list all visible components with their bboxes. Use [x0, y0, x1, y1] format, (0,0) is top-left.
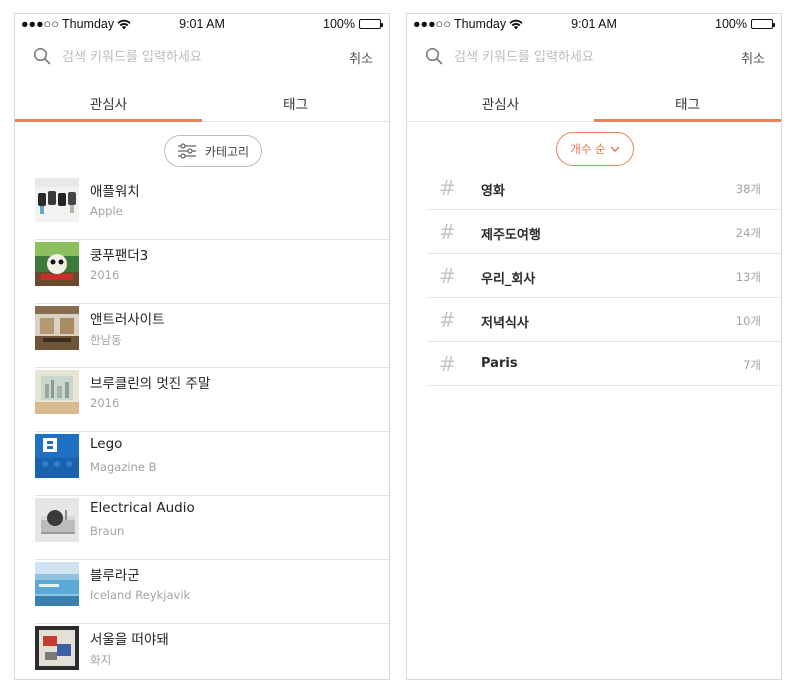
item-subtitle: 화지: [90, 653, 112, 667]
list-item-blue-lagoon[interactable]: 블루라군 Iceland Reykjavik: [35, 560, 389, 624]
item-subtitle: 2016: [90, 268, 120, 282]
blue-lagoon-thumbnail: [35, 562, 79, 606]
lego-magazine-thumbnail: [35, 434, 79, 478]
tag-row[interactable]: # Paris 7개: [427, 342, 781, 386]
item-title: 쿵푸팬더3: [90, 248, 149, 264]
tag-count: 38개: [735, 182, 761, 196]
category-filter-button[interactable]: 카테고리: [164, 135, 262, 167]
tag-name: 제주도여행: [481, 228, 541, 243]
tag-count: 13개: [735, 270, 761, 284]
item-title: 애플워치: [90, 184, 140, 200]
tags-screen: ●●●○○ Thumday 9:01 AM 100% 취소 관심사 태그 개수 …: [406, 13, 782, 680]
tag-row[interactable]: # 제주도여행 24개: [427, 210, 781, 254]
list-item-electrical-audio[interactable]: Electrical Audio Braun: [35, 496, 389, 560]
search-bar: 취소: [15, 36, 389, 76]
item-title: Electrical Audio: [90, 500, 195, 516]
list-item-lego[interactable]: Lego Magazine B: [35, 432, 389, 496]
brooklyn-book-thumbnail: [35, 370, 79, 414]
item-subtitle: Apple: [90, 204, 123, 218]
tag-count: 7개: [743, 358, 761, 372]
tag-count: 24개: [735, 226, 761, 240]
item-title: Lego: [90, 436, 123, 452]
status-bar: ●●●○○ Thumday 9:01 AM 100%: [15, 14, 389, 36]
item-title: 블루라군: [90, 568, 140, 584]
sort-by-count-button[interactable]: 개수 순: [556, 132, 634, 166]
battery-percent: 100%: [715, 17, 747, 31]
tab-bar: 관심사 태그: [15, 76, 389, 122]
list-item-apple-watch[interactable]: 애플워치 Apple: [35, 176, 389, 240]
item-subtitle: Magazine B: [90, 460, 157, 474]
tag-name: Paris: [481, 356, 518, 371]
category-button-label: 카테고리: [204, 144, 250, 159]
item-subtitle: 한남동: [90, 333, 122, 347]
tab-tags[interactable]: 태그: [202, 76, 389, 121]
item-title: 브루클린의 멋진 주말: [90, 376, 211, 392]
turntable-thumbnail: [35, 498, 79, 542]
hashtag-icon: #: [439, 264, 456, 288]
item-title: 서울을 떠야돼: [90, 632, 169, 648]
item-subtitle: Iceland Reykjavik: [90, 588, 191, 602]
sort-button-label: 개수 순: [570, 142, 606, 156]
apple-watch-thumbnail: [35, 178, 79, 222]
search-icon: [33, 47, 51, 65]
tag-name: 저녁식사: [481, 316, 529, 331]
tab-interests[interactable]: 관심사: [407, 76, 594, 121]
item-subtitle: Braun: [90, 524, 125, 538]
list-item-anthracite[interactable]: 앤트러사이트 한남동: [35, 304, 389, 368]
search-input[interactable]: [62, 46, 302, 68]
hashtag-icon: #: [439, 352, 456, 376]
tag-row[interactable]: # 저녁식사 10개: [427, 298, 781, 342]
item-subtitle: 2016: [90, 396, 120, 410]
search-input[interactable]: [454, 46, 694, 68]
hashtag-icon: #: [439, 176, 456, 200]
tab-bar: 관심사 태그: [407, 76, 781, 122]
status-bar: ●●●○○ Thumday 9:01 AM 100%: [407, 14, 781, 36]
battery-icon: [751, 19, 775, 29]
cancel-button[interactable]: 취소: [741, 48, 765, 67]
anthracite-cafe-thumbnail: [35, 306, 79, 350]
filter-sliders-icon: [177, 143, 196, 159]
interest-list: 애플워치 Apple 쿵푸팬더3 2016 앤트러사이트 한남동 브루클린의 멋…: [35, 176, 389, 679]
tag-name: 영화: [481, 184, 505, 199]
tag-list: # 영화 38개 # 제주도여행 24개 # 우리_회사 13개 # 저녁식사 …: [427, 166, 781, 386]
list-item-kung-fu-panda[interactable]: 쿵푸팬더3 2016: [35, 240, 389, 304]
cancel-button[interactable]: 취소: [349, 48, 373, 67]
battery-icon: [359, 19, 383, 29]
tab-tags[interactable]: 태그: [594, 76, 781, 122]
list-item-seoul[interactable]: 서울을 떠야돼 화지: [35, 624, 389, 679]
interests-screen: ●●●○○ Thumday 9:01 AM 100% 취소 관심사 태그: [14, 13, 390, 680]
tag-row[interactable]: # 우리_회사 13개: [427, 254, 781, 298]
search-icon: [425, 47, 443, 65]
chevron-down-icon: [610, 146, 620, 152]
seoul-album-thumbnail: [35, 626, 79, 670]
tag-name: 우리_회사: [481, 272, 536, 287]
hashtag-icon: #: [439, 220, 456, 244]
hashtag-icon: #: [439, 308, 456, 332]
battery-percent: 100%: [323, 17, 355, 31]
item-title: 앤트러사이트: [90, 312, 165, 328]
search-bar: 취소: [407, 36, 781, 76]
kung-fu-panda-thumbnail: [35, 242, 79, 286]
list-item-brooklyn[interactable]: 브루클린의 멋진 주말 2016: [35, 368, 389, 432]
tag-count: 10개: [735, 314, 761, 328]
tag-row[interactable]: # 영화 38개: [427, 166, 781, 210]
tab-interests[interactable]: 관심사: [15, 76, 202, 122]
